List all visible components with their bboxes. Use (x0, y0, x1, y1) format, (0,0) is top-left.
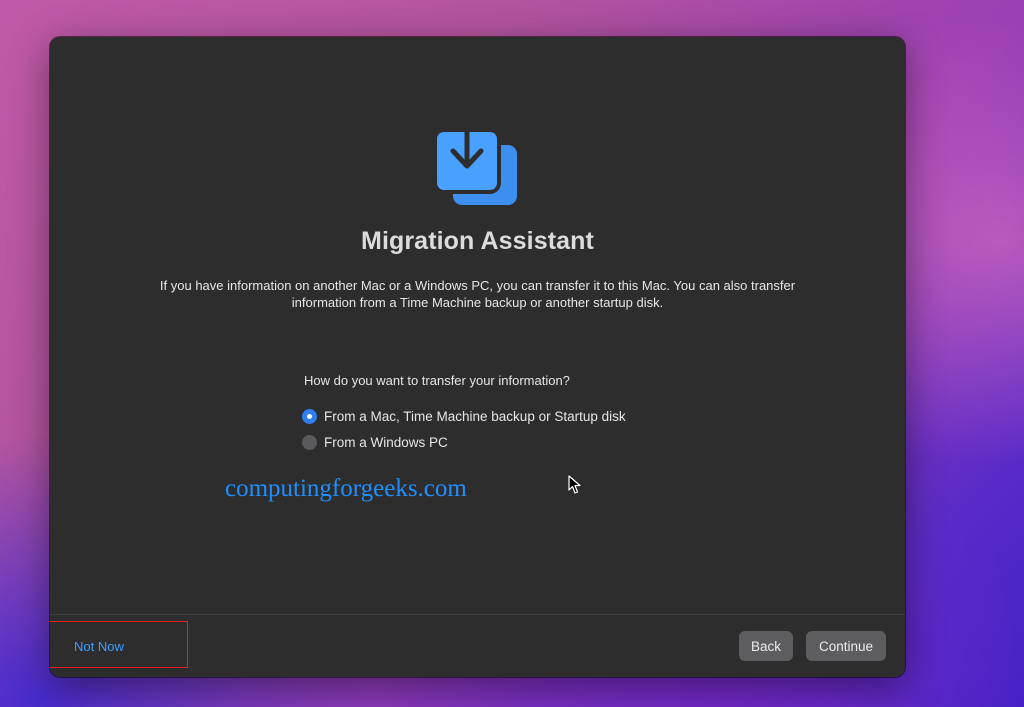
description-text: If you have information on another Mac o… (159, 278, 796, 310)
migration-download-icon (432, 108, 522, 209)
radio-unselected-icon[interactable] (302, 435, 317, 450)
watermark-text: computingforgeeks.com (225, 475, 467, 502)
migration-assistant-window: Migration Assistant If you have informat… (50, 37, 905, 677)
footer-bar: Not Now Back Continue (50, 615, 905, 677)
back-button[interactable]: Back (739, 631, 793, 661)
option-label: From a Windows PC (324, 435, 448, 450)
not-now-button[interactable]: Not Now (74, 639, 124, 654)
continue-button[interactable]: Continue (806, 631, 886, 661)
option-label: From a Mac, Time Machine backup or Start… (324, 409, 626, 424)
option-windows-pc[interactable]: From a Windows PC (302, 435, 448, 450)
transfer-question: How do you want to transfer your informa… (304, 373, 570, 388)
option-mac-time-machine[interactable]: From a Mac, Time Machine backup or Start… (302, 409, 626, 424)
mouse-pointer-icon (568, 475, 582, 495)
radio-selected-icon[interactable] (302, 409, 317, 424)
page-title: Migration Assistant (361, 227, 594, 255)
